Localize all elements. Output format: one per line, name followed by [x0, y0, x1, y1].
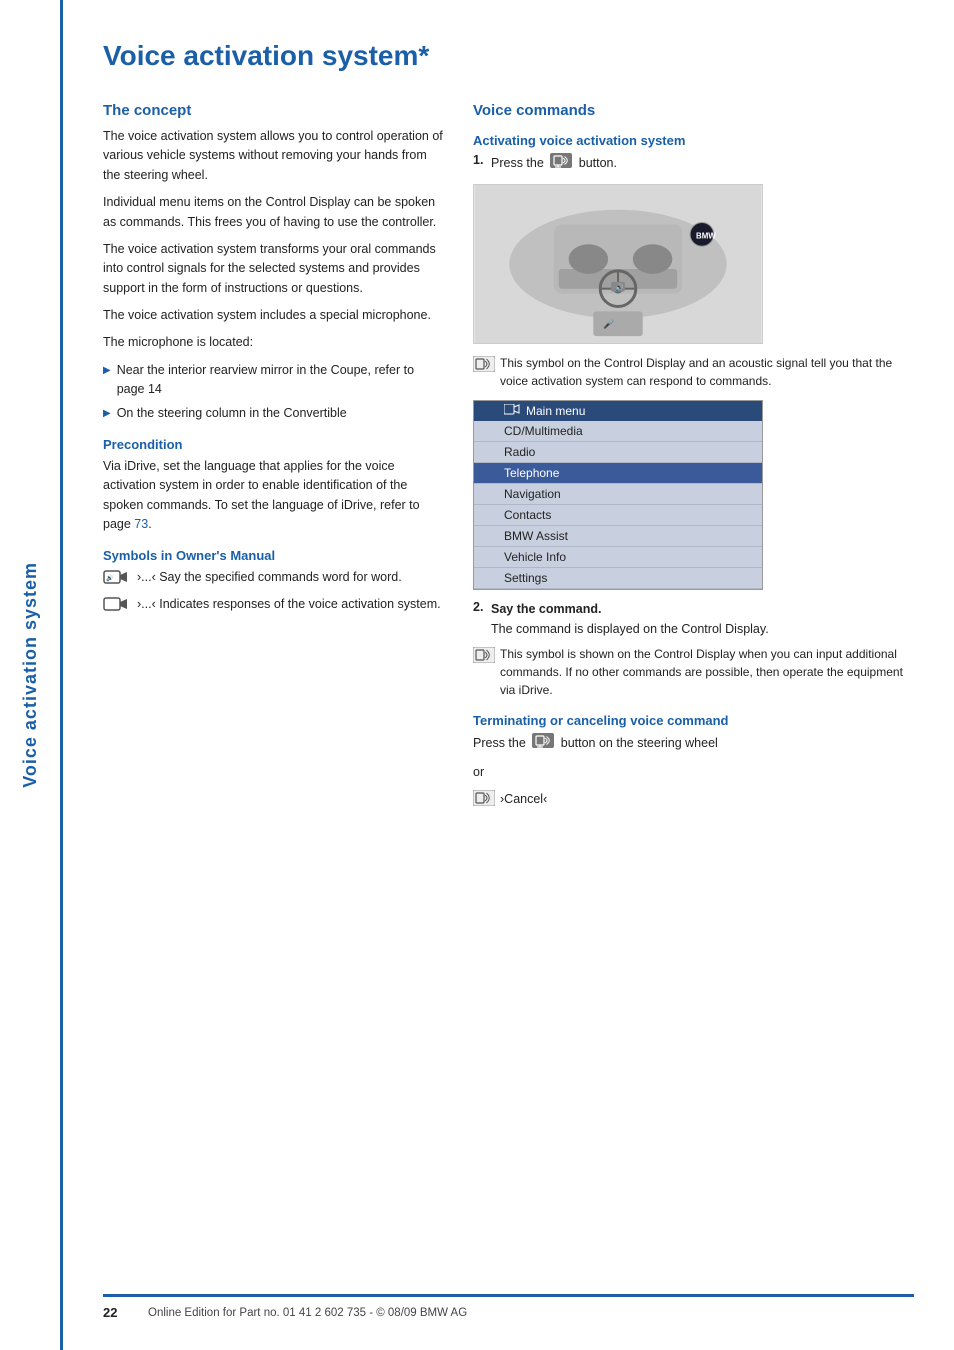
caption-2-text: This symbol is shown on the Control Disp… [500, 645, 914, 699]
menu-item-radio: Radio [474, 442, 762, 463]
caption-1-text: This symbol on the Control Display and a… [500, 354, 914, 390]
symbol-row-2: ›...‹ Indicates responses of the voice a… [103, 595, 443, 616]
microphone-label: The microphone is located: [103, 333, 443, 352]
menu-item-navigation: Navigation [474, 484, 762, 505]
list-item-text: On the steering column in the Convertibl… [117, 404, 347, 423]
intro-para-1: The voice activation system allows you t… [103, 127, 443, 185]
cancel-block: ›Cancel‹ [473, 790, 914, 809]
page-title: Voice activation system* [103, 40, 914, 72]
symbol-1-text: ›...‹ Say the specified commands word fo… [137, 568, 402, 587]
step-1-row: 1. Press the [473, 153, 914, 174]
menu-screenshot: Main menu CD/Multimedia Radio Telephone … [473, 400, 763, 590]
concept-heading: The concept [103, 102, 443, 119]
terminating-or: or [473, 763, 914, 782]
menu-item-vehicle-info: Vehicle Info [474, 547, 762, 568]
sidebar-label: Voice activation system [20, 562, 41, 788]
terminating-text: Press the button on the steering wheel [473, 733, 914, 754]
intro-para-3: The voice activation system transforms y… [103, 240, 443, 298]
voice-button-icon-2 [532, 733, 554, 754]
svg-text:BMW: BMW [696, 232, 716, 241]
voice-symbol-icon-1: 🔊 [103, 569, 131, 589]
caption-2: This symbol is shown on the Control Disp… [473, 645, 914, 699]
voice-symbol-icon-2 [103, 596, 131, 616]
voice-caption-icon-2 [473, 647, 495, 668]
svg-text:🔊: 🔊 [106, 574, 114, 582]
precondition-text: Via iDrive, set the language that applie… [103, 457, 443, 535]
voice-button-icon-1 [550, 153, 572, 174]
voice-commands-heading: Voice commands [473, 102, 914, 119]
triangle-icon: ▶ [103, 363, 111, 379]
step-2-text: Say the command. [491, 602, 601, 616]
menu-item-telephone: Telephone [474, 463, 762, 484]
step-2-row: 2. Say the command. The command is displ… [473, 600, 914, 639]
main-content: Voice activation system* The concept The… [60, 0, 954, 1350]
step-2-number: 2. [473, 600, 491, 614]
svg-text:🔊: 🔊 [615, 283, 624, 292]
intro-para-2: Individual menu items on the Control Dis… [103, 193, 443, 232]
list-item-text: Near the interior rearview mirror in the… [117, 361, 443, 400]
voice-caption-icon-1 [473, 356, 495, 377]
menu-header: Main menu [474, 401, 762, 421]
precondition-heading: Precondition [103, 437, 443, 452]
menu-item-bmw-assist: BMW Assist [474, 526, 762, 547]
two-column-layout: The concept The voice activation system … [103, 102, 914, 1274]
menu-item-contacts: Contacts [474, 505, 762, 526]
svg-text:🎤: 🎤 [603, 319, 614, 330]
menu-header-text: Main menu [526, 404, 585, 418]
activating-heading: Activating voice activation system [473, 133, 914, 148]
menu-item-settings: Settings [474, 568, 762, 589]
page-link-14[interactable]: 14 [148, 382, 162, 396]
page-number: 22 [103, 1305, 133, 1320]
menu-item-cd: CD/Multimedia [474, 421, 762, 442]
step-1-number: 1. [473, 153, 491, 167]
symbols-heading: Symbols in Owner's Manual [103, 548, 443, 563]
menu-items-list: CD/Multimedia Radio Telephone Navigation… [474, 421, 762, 589]
menu-header-icon [504, 404, 520, 418]
page-link-73[interactable]: 73 [134, 517, 148, 531]
step-1-text: Press the button. [491, 153, 617, 174]
car-image: 🔊 BMW 🎤 [473, 184, 763, 344]
right-column: Voice commands Activating voice activati… [473, 102, 914, 1274]
caption-1: This symbol on the Control Display and a… [473, 354, 914, 390]
footer-text: Online Edition for Part no. 01 41 2 602 … [148, 1307, 467, 1319]
cancel-command-text: ›Cancel‹ [500, 792, 547, 806]
triangle-icon: ▶ [103, 406, 111, 422]
cancel-voice-icon [473, 790, 495, 809]
symbol-row-1: 🔊 ›...‹ Say the specified commands word … [103, 568, 443, 589]
list-item: ▶ Near the interior rearview mirror in t… [103, 361, 443, 400]
car-illustration: 🔊 BMW 🎤 [474, 185, 762, 343]
step-2-content: Say the command. The command is displaye… [491, 600, 769, 639]
footer: 22 Online Edition for Part no. 01 41 2 6… [103, 1294, 914, 1320]
step-2-detail: The command is displayed on the Control … [491, 622, 769, 636]
left-column: The concept The voice activation system … [103, 102, 443, 1274]
terminating-heading: Terminating or canceling voice command [473, 713, 914, 728]
symbol-2-text: ›...‹ Indicates responses of the voice a… [137, 595, 441, 614]
intro-para-4: The voice activation system includes a s… [103, 306, 443, 325]
list-item: ▶ On the steering column in the Converti… [103, 404, 443, 423]
sidebar: Voice activation system [0, 0, 60, 1350]
microphone-list: ▶ Near the interior rearview mirror in t… [103, 361, 443, 423]
